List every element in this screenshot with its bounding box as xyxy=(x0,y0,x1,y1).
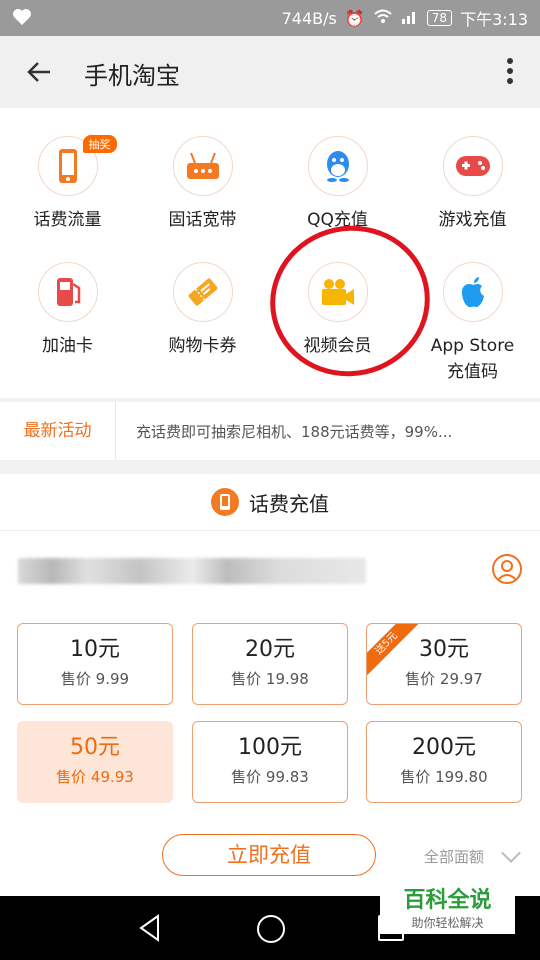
phone-icon xyxy=(211,488,239,516)
activity-title: 最新活动 xyxy=(0,402,116,460)
ticket-icon xyxy=(172,262,233,322)
heart-pulse-icon xyxy=(12,8,32,30)
contact-icon[interactable] xyxy=(492,554,522,584)
grid-item-phone-data[interactable]: 抽奖 话费流量 xyxy=(0,135,135,232)
service-grid: 抽奖 话费流量 固话宽带 QQ充值 游戏充值 加油卡 购物卡券 视频会员 App… xyxy=(0,108,540,398)
wifi-icon xyxy=(373,8,393,28)
amount-option-50-selected[interactable]: 50元 售价 49.93 xyxy=(17,721,173,803)
grid-item-label: 购物卡券 xyxy=(168,336,237,356)
nav-home-icon[interactable] xyxy=(257,915,285,943)
lottery-badge: 抽奖 xyxy=(82,135,117,153)
watermark-logo: 百科全说 助你轻松解决 xyxy=(380,880,515,934)
amount-option-20[interactable]: 20元 售价 19.98 xyxy=(192,623,348,705)
grid-item-label: App Store xyxy=(430,336,515,356)
fuel-icon xyxy=(37,262,98,322)
phone-icon: 抽奖 xyxy=(37,135,117,196)
amount-option-100[interactable]: 100元 售价 99.83 xyxy=(192,721,348,803)
recharge-title: 话费充值 xyxy=(249,491,329,516)
all-amounts-link[interactable]: 全部面额 xyxy=(424,846,484,867)
amount-option-10[interactable]: 10元 售价 9.99 xyxy=(17,623,173,705)
latest-activity-bar[interactable]: 最新活动 充话费即可抽索尼相机、188元话费等，99%... xyxy=(0,402,540,460)
phone-number-field[interactable] xyxy=(18,558,366,584)
back-arrow-icon[interactable] xyxy=(22,54,58,90)
phone-number-row xyxy=(0,544,540,604)
qq-penguin-icon xyxy=(307,136,368,196)
gamepad-icon xyxy=(442,136,503,196)
grid-item-landline-broadband[interactable]: 固话宽带 xyxy=(135,136,270,232)
amount-option-200[interactable]: 200元 售价 199.80 xyxy=(366,721,522,803)
alarm-icon: ⏰ xyxy=(344,8,365,28)
router-icon xyxy=(172,136,233,196)
amount-price: 售价 99.83 xyxy=(231,768,309,786)
grid-item-fuel-card[interactable]: 加油卡 xyxy=(0,262,135,358)
recharge-header: 话费充值 xyxy=(0,474,540,531)
amount-value: 50元 xyxy=(70,735,120,760)
watermark-title: 百科全说 xyxy=(403,888,492,913)
clock: 下午3:13 xyxy=(460,10,528,29)
grid-item-label: 固话宽带 xyxy=(168,210,237,230)
apple-icon xyxy=(442,262,503,322)
more-menu-icon[interactable] xyxy=(504,54,516,90)
amount-price: 售价 49.93 xyxy=(56,768,134,786)
battery-indicator: 78 xyxy=(426,10,453,26)
phone-recharge-panel: 话费充值 10元 售价 9.99 20元 售价 19.98 送5元 30元 售价… xyxy=(0,474,540,896)
grid-item-label: 话费流量 xyxy=(33,210,102,230)
grid-item-label-line2: 充值码 xyxy=(447,362,498,382)
network-speed: 744B/s xyxy=(281,8,337,28)
amount-price: 售价 19.98 xyxy=(231,670,309,688)
grid-item-label: 游戏充值 xyxy=(438,210,507,230)
amount-price: 售价 29.97 xyxy=(405,670,483,688)
status-bar: 744B/s ⏰ 78 下午3:13 xyxy=(0,0,540,36)
amount-price: 售价 9.99 xyxy=(60,670,130,688)
app-title: 手机淘宝 xyxy=(84,62,180,90)
amount-value: 200元 xyxy=(412,735,476,760)
watermark-subtitle: 助你轻松解决 xyxy=(411,916,484,930)
activity-text: 充话费即可抽索尼相机、188元话费等，99%... xyxy=(136,422,453,441)
app-bar: 手机淘宝 xyxy=(0,36,540,108)
amount-value: 20元 xyxy=(245,637,295,662)
nav-back-icon[interactable] xyxy=(138,914,162,946)
grid-item-game-recharge[interactable]: 游戏充值 xyxy=(405,136,540,232)
grid-item-label: 加油卡 xyxy=(42,336,93,356)
chevron-down-icon[interactable] xyxy=(501,843,521,863)
amount-value: 100元 xyxy=(238,735,302,760)
amount-price: 售价 199.80 xyxy=(400,768,488,786)
amount-value: 10元 xyxy=(70,637,120,662)
recharge-now-button[interactable]: 立即充值 xyxy=(162,834,376,876)
signal-icon xyxy=(401,8,419,28)
grid-item-qq-recharge[interactable]: QQ充值 xyxy=(270,136,405,232)
amount-option-30[interactable]: 送5元 30元 售价 29.97 xyxy=(366,623,522,705)
grid-item-shopping-card[interactable]: 购物卡券 xyxy=(135,262,270,358)
